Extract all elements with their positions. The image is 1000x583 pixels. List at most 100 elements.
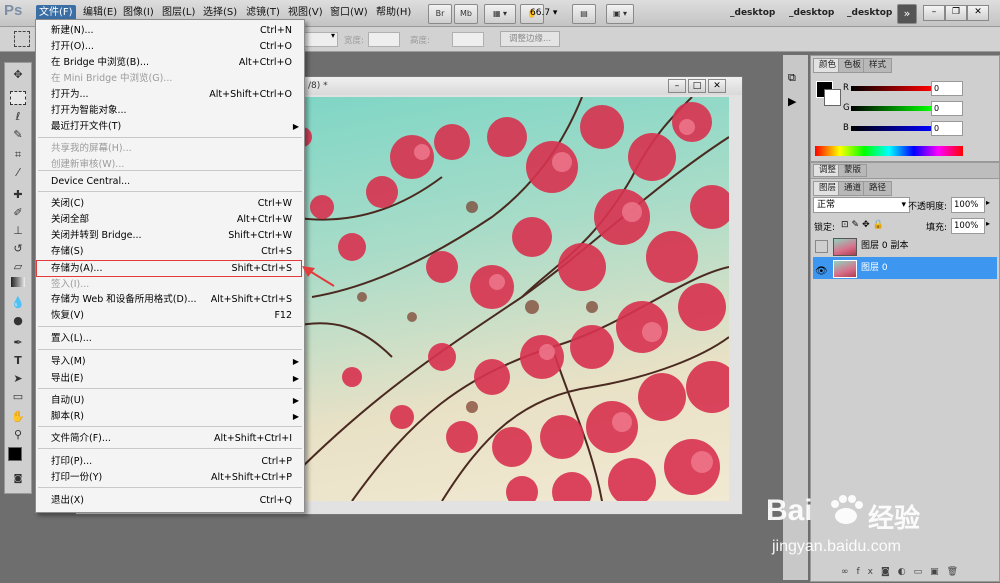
fill-input[interactable]: 100% [951, 218, 985, 234]
opacity-input[interactable]: 100% [951, 197, 985, 213]
minimize-button[interactable]: – [923, 5, 945, 21]
lock-all-icon[interactable]: 🔒 [873, 220, 887, 230]
foreground-color-swatch[interactable] [8, 447, 22, 461]
file-menu-item[interactable]: 脚本(R) ▶ [36, 409, 304, 425]
hand-tool-icon[interactable]: ✋ [8, 409, 28, 425]
doc-close-button[interactable]: ✕ [708, 79, 726, 93]
actions-icon[interactable]: ▶ [788, 95, 796, 108]
canvas-image[interactable] [292, 97, 729, 501]
lock-position-icon[interactable]: ✥ [862, 220, 873, 230]
blur-tool-icon[interactable]: 💧 [8, 295, 28, 311]
file-menu-item[interactable]: 退出(X) Ctrl+Q [36, 493, 304, 509]
file-menu-item[interactable]: 存储为 Web 和设备所用格式(D)... Alt+Shift+Ctrl+S [36, 292, 304, 308]
file-menu-item[interactable]: 打开为... Alt+Shift+Ctrl+O [36, 87, 304, 103]
shape-tool-icon[interactable]: ▭ [8, 389, 28, 405]
workspace-1[interactable]: _desktop [730, 8, 775, 18]
marquee-tool-icon[interactable] [14, 31, 30, 47]
fill-dropdown-icon[interactable]: ▸ [986, 219, 990, 228]
adjustment-layer-icon[interactable]: ◐ [898, 567, 914, 577]
lasso-tool-icon[interactable]: ℓ [8, 109, 28, 125]
channel-r-slider[interactable] [851, 86, 931, 91]
brush-tool-icon[interactable]: ✐ [8, 205, 28, 221]
file-menu-item[interactable]: 置入(L)... [36, 331, 304, 347]
restore-button[interactable]: ❐ [945, 5, 967, 21]
blend-mode-select[interactable]: 正常 ▾ [813, 197, 910, 213]
healing-brush-tool-icon[interactable]: ✚ [8, 187, 28, 203]
eraser-tool-icon[interactable]: ▱ [8, 259, 28, 275]
new-layer-icon[interactable]: ▣ [930, 567, 947, 577]
fx-icon[interactable]: fx [857, 567, 882, 577]
type-tool-icon[interactable]: T [8, 353, 28, 369]
trash-icon[interactable]: 🗑 [947, 567, 966, 577]
width-input[interactable] [368, 32, 400, 47]
file-menu-item[interactable]: 关闭(C) Ctrl+W [36, 196, 304, 212]
refine-edge-button[interactable]: 调整边缘... [500, 31, 560, 47]
file-menu-item[interactable]: 导出(E) ▶ [36, 371, 304, 387]
eye-icon[interactable]: 👁 [815, 261, 828, 283]
tab-paths[interactable]: 路径 [863, 181, 893, 196]
file-menu-item[interactable]: 恢复(V) F12 [36, 308, 304, 324]
menu-help[interactable]: 帮助(H) [373, 5, 414, 21]
path-select-tool-icon[interactable]: ➤ [8, 371, 28, 387]
zoom-tool-icon[interactable]: ⚲ [8, 427, 28, 443]
history-brush-tool-icon[interactable]: ↺ [8, 241, 28, 257]
file-menu-item[interactable]: 在 Bridge 中浏览(B)... Alt+Ctrl+O [36, 55, 304, 71]
channel-g-value[interactable]: 0 [931, 101, 963, 116]
height-input[interactable] [452, 32, 484, 47]
channel-g-slider[interactable] [851, 106, 931, 111]
file-menu-item[interactable]: 导入(M) ▶ [36, 354, 304, 370]
tab-masks[interactable]: 蒙版 [838, 164, 868, 177]
bridge-button[interactable]: Br [428, 4, 452, 24]
mask-icon[interactable]: ◙ [881, 567, 898, 577]
move-tool-icon[interactable]: ✥ [8, 67, 28, 83]
file-menu-item[interactable]: 打印一份(Y) Alt+Shift+Ctrl+P [36, 470, 304, 486]
lock-icons[interactable]: ⊡✎✥🔒 [841, 220, 887, 230]
file-menu-item[interactable]: 自动(U) ▶ [36, 393, 304, 409]
color-bg-swatch[interactable] [824, 89, 841, 106]
layer-row-0[interactable]: 👁 图层 0 [813, 257, 997, 279]
quick-select-tool-icon[interactable]: ✎ [8, 127, 28, 143]
file-menu-item[interactable]: 关闭全部 Alt+Ctrl+W [36, 212, 304, 228]
style-select[interactable]: ▾ [304, 31, 338, 47]
more-workspaces-button[interactable]: » [897, 4, 917, 24]
file-menu-item[interactable]: 打开为智能对象... [36, 103, 304, 119]
file-menu-item[interactable]: 最近打开文件(T) ▶ [36, 119, 304, 135]
layer-row-copy[interactable]: 图层 0 副本 [813, 235, 997, 258]
link-icon[interactable]: ∞ [841, 567, 857, 577]
file-menu-item[interactable]: Device Central... [36, 174, 304, 190]
pen-tool-icon[interactable]: ✒ [8, 335, 28, 351]
file-menu-item[interactable]: 打开(O)... Ctrl+O [36, 39, 304, 55]
crop-tool-icon[interactable]: ⌗ [8, 147, 28, 163]
quick-mask-icon[interactable]: ◙ [8, 471, 28, 487]
file-menu-item[interactable]: 新建(N)... Ctrl+N [36, 23, 304, 39]
screen-mode-button[interactable]: ▣ ▾ [606, 4, 634, 24]
opacity-dropdown-icon[interactable]: ▸ [986, 198, 990, 207]
lock-transparency-icon[interactable]: ⊡ [841, 220, 852, 230]
dodge-tool-icon[interactable]: ● [8, 313, 28, 329]
clone-stamp-tool-icon[interactable]: ⊥ [8, 223, 28, 239]
channel-r-value[interactable]: 0 [931, 81, 963, 96]
file-menu-item[interactable]: 打印(P)... Ctrl+P [36, 454, 304, 470]
visibility-toggle[interactable] [815, 240, 828, 253]
gradient-tool-icon[interactable] [11, 277, 25, 287]
lock-pixels-icon[interactable]: ✎ [852, 220, 863, 230]
mini-bridge-button[interactable]: Mb [454, 4, 478, 24]
close-app-button[interactable]: ✕ [967, 5, 989, 21]
view-extras-button[interactable]: ▦ ▾ [484, 4, 516, 24]
folder-icon[interactable]: ▭ [914, 567, 931, 577]
zoom-level[interactable]: 66.7 ▾ [530, 8, 557, 18]
menu-window[interactable]: 窗口(W) [327, 5, 371, 21]
marquee-tool-icon[interactable] [10, 91, 26, 105]
channel-b-value[interactable]: 0 [931, 121, 963, 136]
file-menu-item[interactable]: 存储(S) Ctrl+S [36, 244, 304, 260]
tab-styles[interactable]: 样式 [863, 58, 893, 73]
file-menu-item[interactable]: 关闭并转到 Bridge... Shift+Ctrl+W [36, 228, 304, 244]
history-icon[interactable]: ⧉ [788, 71, 796, 85]
doc-minimize-button[interactable]: – [668, 79, 686, 93]
arrange-documents-button[interactable]: ▤ [572, 4, 596, 24]
file-menu-item[interactable]: 文件简介(F)... Alt+Shift+Ctrl+I [36, 431, 304, 447]
workspace-2[interactable]: _desktop [789, 8, 834, 18]
workspace-3[interactable]: _desktop [847, 8, 892, 18]
color-spectrum-bar[interactable] [815, 146, 963, 156]
doc-maximize-button[interactable]: □ [688, 79, 706, 93]
